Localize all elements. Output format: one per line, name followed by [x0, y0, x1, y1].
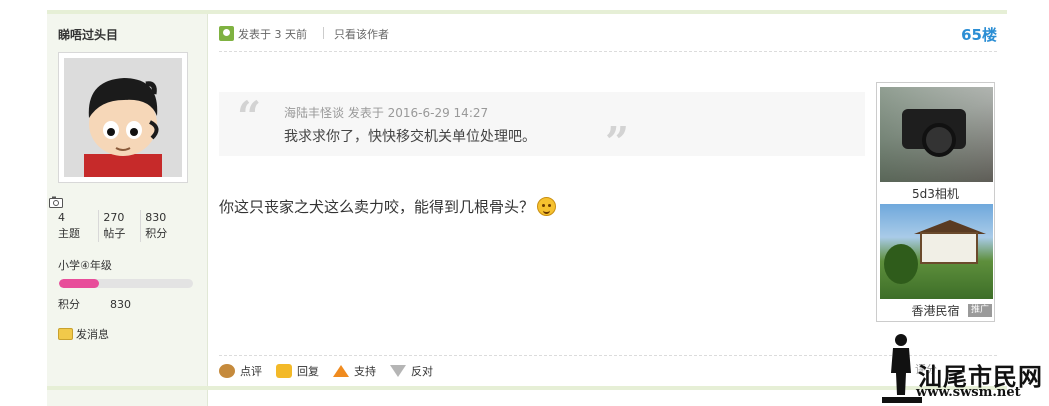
quote-open-icon: “	[237, 92, 262, 141]
author-username[interactable]: 睇唔过头目	[58, 26, 118, 43]
only-author-link[interactable]: 只看该作者	[334, 26, 389, 42]
support-button[interactable]: 支持	[333, 363, 376, 379]
arrow-down-icon	[390, 364, 406, 377]
ad-image-camera[interactable]	[880, 87, 993, 182]
post-container: 睇唔过头目 4 主题 270 帖子 830 积分 小学④年级 积分 830 发消…	[47, 0, 1007, 406]
send-message-label: 发消息	[76, 328, 109, 341]
site-watermark: 汕尾市民网 www.swsm.net	[882, 333, 1049, 406]
comment-icon	[219, 363, 235, 378]
quote-block: “ 海陆丰怪谈 发表于 2016-6-29 14:27 我求求你了，快快移交机关…	[219, 92, 865, 167]
stat-value: 270	[103, 211, 125, 224]
reply-label: 回复	[297, 364, 319, 378]
oppose-label: 反对	[411, 364, 433, 378]
stat-topics[interactable]: 4 主题	[58, 210, 100, 242]
smiley-icon	[537, 197, 557, 216]
author-sidebar: 睇唔过头目 4 主题 270 帖子 830 积分 小学④年级 积分 830 发消…	[47, 14, 208, 386]
points-row: 积分 830	[58, 296, 131, 312]
ad-tag: 推广	[967, 304, 992, 317]
watermark-figure-icon	[891, 334, 911, 395]
level-progress-fill	[59, 279, 100, 288]
quote-close-icon: ”	[605, 118, 630, 167]
stat-points[interactable]: 830 积分	[141, 210, 183, 242]
post-time: 发表于 3 天前	[238, 28, 307, 41]
stat-value: 830	[145, 211, 167, 224]
reply-icon	[276, 363, 292, 378]
ad-image-house[interactable]	[880, 204, 993, 299]
post-body-text: 你这只丧家之犬这么卖力咬，能得到几根骨头？	[219, 198, 535, 216]
watermark-url: www.swsm.net	[916, 385, 1021, 400]
post-header: 发表于 3 天前 只看该作者 65楼	[219, 20, 997, 52]
floor-number[interactable]: 65楼	[961, 24, 997, 45]
support-label: 支持	[354, 364, 376, 378]
ad-caption[interactable]: 5d3相机	[877, 185, 994, 202]
oppose-button[interactable]: 反对	[390, 363, 433, 379]
next-author-sidebar	[47, 390, 208, 406]
comment-button[interactable]: 点评	[219, 363, 262, 379]
message-icon	[58, 328, 73, 340]
reply-button[interactable]: 回复	[276, 363, 319, 379]
stat-label: 帖子	[103, 227, 126, 240]
header-divider	[323, 27, 324, 39]
avatar[interactable]	[58, 52, 188, 183]
points-value: 830	[110, 298, 131, 311]
author-stats: 4 主题 270 帖子 830 积分	[58, 210, 183, 242]
level-progress-bar	[59, 279, 193, 288]
user-level[interactable]: 小学④年级	[58, 257, 112, 273]
stat-label: 主题	[58, 227, 80, 240]
camera-icon[interactable]	[49, 196, 63, 208]
stat-value: 4	[58, 211, 65, 224]
avatar-image	[64, 58, 182, 177]
quote-meta: 海陆丰怪谈 发表于 2016-6-29 14:27	[284, 106, 489, 120]
post-actions: 点评 回复 支持 反对 评分	[219, 355, 997, 381]
quote-text: 我求求你了，快快移交机关单位处理吧。	[284, 129, 536, 145]
user-online-icon	[219, 26, 234, 41]
send-message-link[interactable]: 发消息	[58, 326, 109, 342]
stat-posts[interactable]: 270 帖子	[99, 210, 142, 242]
post-body: 你这只丧家之犬这么卖力咬，能得到几根骨头？	[219, 196, 557, 217]
ad-panel: 5d3相机 香港民宿 推广	[876, 82, 995, 322]
comment-label: 点评	[240, 364, 262, 378]
points-label: 积分	[58, 298, 80, 311]
stat-label: 积分	[145, 227, 168, 240]
arrow-up-icon	[333, 364, 349, 377]
